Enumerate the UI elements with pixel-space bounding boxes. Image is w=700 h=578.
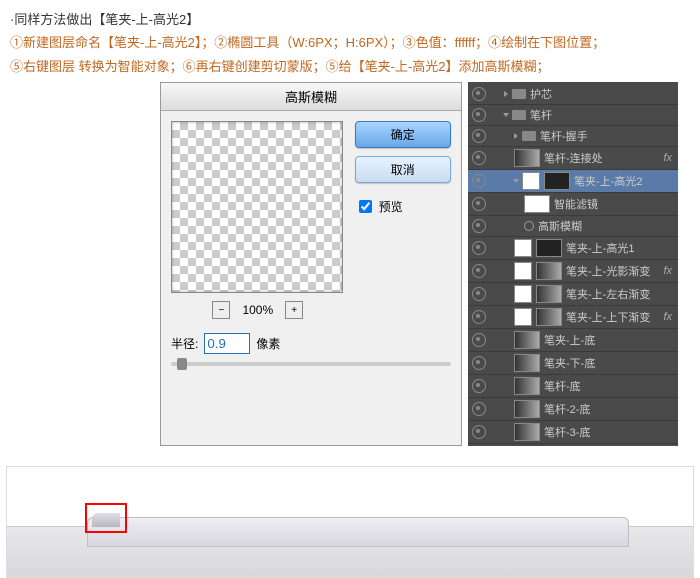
visibility-icon[interactable] — [472, 356, 486, 370]
layer-name: 笔夹-上-底 — [544, 332, 595, 348]
layer-row[interactable]: 笔夹-上-光影渐变 fx — [468, 260, 678, 283]
visibility-icon[interactable] — [472, 310, 486, 324]
layer-row[interactable]: 笔杆-2-底 — [468, 398, 678, 421]
visibility-icon[interactable] — [472, 241, 486, 255]
layer-name: 笔夹-上-高光1 — [566, 240, 634, 256]
cancel-button[interactable]: 取消 — [355, 156, 451, 183]
zoom-level: 100% — [242, 303, 273, 317]
visibility-icon[interactable] — [472, 264, 486, 278]
filter-mask-thumb — [524, 195, 550, 213]
highlight-marker — [85, 503, 127, 533]
fx-badge[interactable]: fx — [663, 311, 674, 323]
layer-name: 笔杆-底 — [544, 378, 581, 394]
layer-thumb — [514, 149, 540, 167]
visibility-icon[interactable] — [472, 174, 486, 188]
radius-slider[interactable] — [171, 362, 451, 366]
folder-icon — [522, 131, 536, 141]
folder-icon — [512, 89, 526, 99]
folder-icon — [512, 110, 526, 120]
layer-name: 笔杆-2-底 — [544, 401, 590, 417]
layer-name: 笔杆 — [530, 107, 552, 123]
instruction-line-1: ①新建图层命名【笔夹-上-高光2】；②椭圆工具（W:6PX；H:6PX）；③色值… — [10, 31, 690, 54]
expand-icon[interactable] — [513, 179, 519, 183]
layer-thumb — [514, 400, 540, 418]
visibility-icon[interactable] — [472, 129, 486, 143]
preview-checkbox[interactable]: 预览 — [355, 197, 451, 216]
visibility-icon[interactable] — [472, 379, 486, 393]
layer-row[interactable]: 笔杆-连接处 fx — [468, 147, 678, 170]
zoom-out-button[interactable]: − — [212, 301, 230, 319]
layer-thumb — [514, 377, 540, 395]
visibility-icon[interactable] — [472, 197, 486, 211]
layer-thumb — [514, 354, 540, 372]
mask-thumb — [514, 308, 532, 326]
layer-row[interactable]: 笔夹-上-左右渐变 — [468, 283, 678, 306]
instruction-line-2: ⑤右键图层 转换为智能对象；⑥再右键创建剪切蒙版；⑤给【笔夹-上-高光2】添加高… — [10, 55, 690, 78]
visibility-icon[interactable] — [472, 219, 486, 233]
radius-input[interactable] — [204, 333, 250, 354]
visibility-icon[interactable] — [472, 87, 486, 101]
radius-unit: 像素 — [256, 335, 280, 352]
layer-name: 笔夹-上-光影渐变 — [566, 263, 650, 279]
layer-row[interactable]: 笔杆-握手 — [468, 126, 678, 147]
visibility-icon[interactable] — [472, 402, 486, 416]
layer-row[interactable]: 笔杆-3-底 — [468, 421, 678, 444]
layer-name: 笔夹-下-底 — [544, 355, 595, 371]
layer-thumb — [536, 308, 562, 326]
expand-icon[interactable] — [504, 91, 508, 97]
mask-thumb — [514, 262, 532, 280]
mask-thumb — [522, 172, 540, 190]
layer-thumb — [514, 331, 540, 349]
layer-name: 笔杆-连接处 — [544, 150, 603, 166]
instruction-line-0: ·同样方法做出【笔夹-上-高光2】 — [10, 8, 690, 31]
ok-button[interactable]: 确定 — [355, 121, 451, 148]
layer-row[interactable]: 笔夹-上-底 — [468, 329, 678, 352]
result-preview — [6, 466, 694, 578]
layer-row[interactable]: 高斯模糊 — [468, 216, 678, 237]
visibility-icon[interactable] — [472, 287, 486, 301]
expand-icon[interactable] — [503, 113, 509, 117]
layer-name: 高斯模糊 — [538, 218, 582, 234]
layer-name: 智能滤镜 — [554, 196, 598, 212]
mask-thumb — [514, 239, 532, 257]
expand-icon[interactable] — [514, 133, 518, 139]
layer-name: 笔夹-上-上下渐变 — [566, 309, 650, 325]
dialog-title: 高斯模糊 — [161, 83, 461, 111]
layer-name: 护芯 — [530, 86, 552, 102]
preview-area[interactable] — [171, 121, 343, 293]
fx-badge[interactable]: fx — [663, 152, 674, 164]
layer-thumb — [536, 285, 562, 303]
fx-badge[interactable]: fx — [663, 265, 674, 277]
layer-row[interactable]: 笔杆-底 — [468, 375, 678, 398]
layer-thumb — [544, 172, 570, 190]
layer-name: 笔杆-3-底 — [544, 424, 590, 440]
effect-icon — [524, 221, 534, 231]
gaussian-blur-dialog: 高斯模糊 − 100% + 确定 取消 预览 半径: — [160, 82, 462, 446]
layer-row[interactable]: 笔夹-上-高光1 — [468, 237, 678, 260]
layer-thumb — [536, 239, 562, 257]
preview-checkbox-input[interactable] — [359, 200, 372, 213]
zoom-in-button[interactable]: + — [285, 301, 303, 319]
radius-label: 半径: — [171, 335, 198, 352]
visibility-icon[interactable] — [472, 333, 486, 347]
layer-thumb — [536, 262, 562, 280]
visibility-icon[interactable] — [472, 108, 486, 122]
layer-name: 笔杆-握手 — [540, 128, 588, 144]
layer-row[interactable]: 笔夹-下-底 — [468, 352, 678, 375]
layer-name: 笔夹-上-左右渐变 — [566, 286, 650, 302]
layer-name: 笔夹-上-高光2 — [574, 173, 642, 189]
visibility-icon[interactable] — [472, 151, 486, 165]
mask-thumb — [514, 285, 532, 303]
layers-panel: 护芯笔杆笔杆-握手笔杆-连接处 fx 笔夹-上-高光2 智能滤镜高斯模糊笔夹-上-高光… — [468, 82, 678, 446]
layer-row[interactable]: 护芯 — [468, 84, 678, 105]
layer-row[interactable]: 笔杆 — [468, 105, 678, 126]
layer-thumb — [514, 423, 540, 441]
layer-row[interactable]: 笔夹-上-高光2 — [468, 170, 678, 193]
layer-row[interactable]: 智能滤镜 — [468, 193, 678, 216]
visibility-icon[interactable] — [472, 425, 486, 439]
layer-row[interactable]: 笔夹-上-上下渐变 fx — [468, 306, 678, 329]
